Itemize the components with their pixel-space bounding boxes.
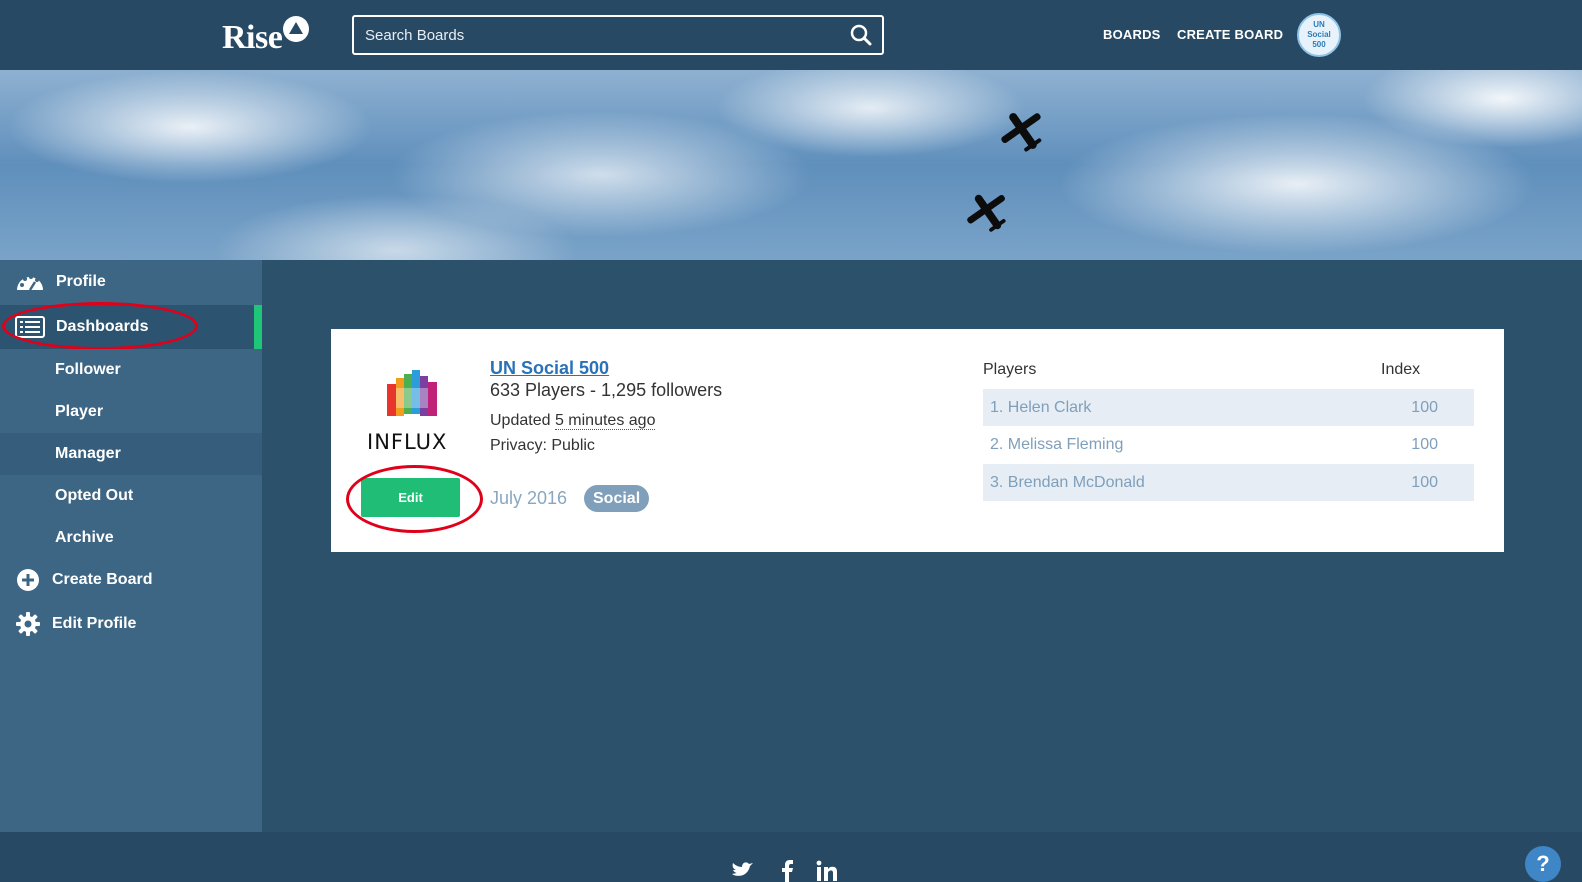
linkedin-icon[interactable] [816, 860, 838, 882]
leaderboard-row[interactable]: 2. Melissa Fleming 100 [983, 426, 1474, 463]
hero-banner [0, 70, 1582, 260]
sidebar-subitem-opted-out[interactable]: Opted Out [0, 475, 262, 517]
leaderboard-row[interactable]: 1. Helen Clark 100 [983, 389, 1474, 426]
sidebar-subitem-label: Opted Out [55, 487, 134, 504]
board-date: July 2016 [490, 488, 568, 508]
leaderboard-header-players: Players [983, 361, 1037, 378]
board-updated: Updated 5 minutes ago [490, 412, 656, 430]
board-stats: 633 Players - 1,295 followers [490, 380, 723, 400]
sidebar-item-edit-profile[interactable]: Edit Profile [0, 602, 262, 646]
board-title-link[interactable]: UN Social 500 [490, 358, 609, 379]
sidebar-subitem-player[interactable]: Player [0, 391, 262, 433]
search-box [352, 15, 884, 55]
list-icon [15, 316, 45, 338]
sidebar-item-label: Create Board [52, 571, 153, 588]
avatar-line-1: UN [1313, 20, 1325, 29]
gear-icon [16, 612, 40, 636]
search-icon[interactable] [850, 24, 872, 46]
dashboard-gauge-icon [17, 275, 43, 291]
active-indicator [254, 305, 262, 349]
sidebar-subitem-archive[interactable]: Archive [0, 517, 262, 559]
sidebar-subitem-label: Follower [55, 361, 121, 378]
player-name: 3. Brendan McDonald [990, 474, 1145, 491]
search-input[interactable] [354, 17, 834, 53]
plus-circle-icon [17, 569, 39, 591]
airplane-icon [967, 194, 1006, 232]
twitter-icon[interactable] [730, 860, 754, 882]
sidebar-subitem-label: Player [55, 403, 104, 420]
sidebar-item-label: Dashboards [56, 318, 149, 335]
avatar-line-2: Social [1307, 30, 1331, 39]
edit-button[interactable]: Edit [361, 478, 460, 517]
sidebar-item-dashboards[interactable]: Dashboards [0, 305, 262, 349]
board-tag-badge[interactable]: Social [584, 485, 650, 512]
sidebar-subitem-manager[interactable]: Manager [0, 433, 262, 475]
leaderboard-row[interactable]: 3. Brendan McDonald 100 [983, 464, 1474, 501]
player-index: 100 [1411, 436, 1438, 453]
facebook-icon[interactable] [780, 860, 794, 882]
sidebar-subitem-label: Manager [55, 445, 121, 462]
help-button[interactable]: ? [1525, 846, 1561, 882]
top-navbar: Rise BOARDS CREATE BOARD UN Social 500 [0, 0, 1582, 70]
sidebar-subitem-label: Archive [55, 529, 114, 546]
sidebar-item-create-board[interactable]: Create Board [0, 558, 262, 602]
player-name: 1. Helen Clark [990, 399, 1092, 416]
avatar[interactable]: UN Social 500 [1297, 13, 1341, 57]
board-privacy: Privacy: Public [490, 437, 595, 454]
sidebar-subitem-follower[interactable]: Follower [0, 349, 262, 391]
rise-logo[interactable]: Rise [222, 14, 310, 58]
influx-logo-icon [387, 370, 437, 416]
footer [0, 832, 1582, 882]
avatar-line-3: 500 [1312, 40, 1326, 49]
updated-ago: 5 minutes ago [554, 412, 656, 430]
brand-name: INFLUX [367, 430, 448, 454]
player-index: 100 [1411, 399, 1438, 416]
player-name: 2. Melissa Fleming [990, 436, 1124, 453]
logo-text: Rise [222, 19, 283, 56]
nav-boards-link[interactable]: BOARDS [1103, 27, 1161, 42]
sidebar-item-label: Profile [56, 273, 106, 290]
sidebar-item-profile[interactable]: Profile [0, 260, 262, 304]
leaderboard-header-index: Index [1381, 361, 1421, 378]
sidebar-item-label: Edit Profile [52, 615, 137, 632]
logo-triangle-icon [283, 16, 310, 42]
airplane-icon [1001, 113, 1042, 152]
nav-create-board-link[interactable]: CREATE BOARD [1177, 27, 1283, 42]
updated-prefix: Updated [490, 412, 551, 429]
player-index: 100 [1411, 474, 1438, 491]
